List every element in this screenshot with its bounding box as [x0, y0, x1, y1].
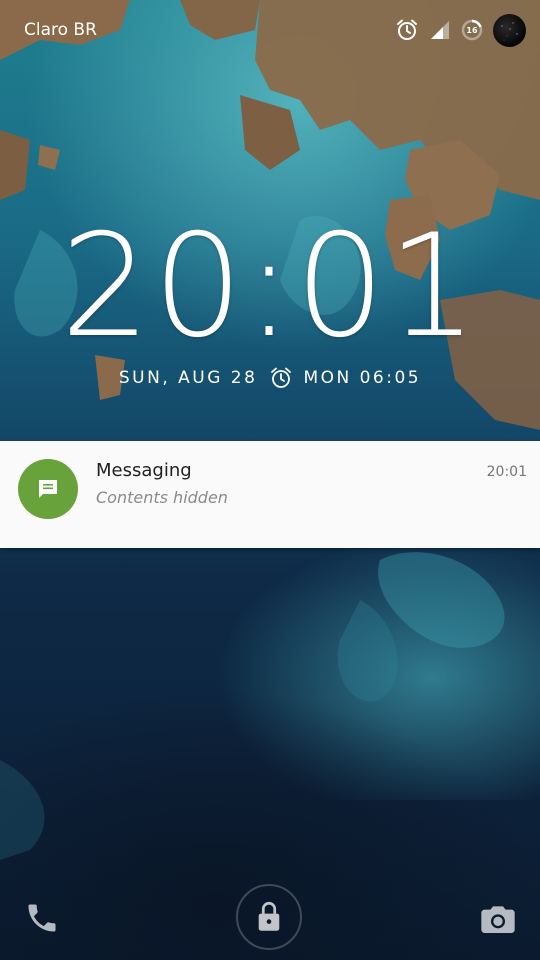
notification-title: Messaging — [96, 460, 192, 481]
signal-icon — [431, 21, 449, 39]
carrier-name: Claro BR — [24, 20, 97, 40]
status-bar: Claro BR 16 — [0, 0, 540, 60]
phone-icon[interactable] — [24, 900, 60, 936]
notification-card[interactable]: Messaging Contents hidden 20:01 — [0, 441, 540, 548]
notification-time: 20:01 — [486, 464, 527, 480]
alarm-icon — [397, 19, 417, 40]
alarm-icon — [271, 367, 292, 388]
next-alarm-text: MON 06:05 — [303, 368, 422, 388]
lock-icon — [258, 901, 280, 931]
battery-level: 16 — [466, 25, 478, 35]
avatar[interactable] — [493, 13, 526, 47]
unlock-button[interactable] — [236, 884, 302, 950]
clock-time: 20:01 — [60, 204, 480, 369]
notification-app-icon — [18, 459, 78, 519]
date-alarm-row: SUN, AUG 28 MON 06:05 — [0, 366, 540, 390]
message-icon — [39, 480, 57, 498]
date-text: SUN, AUG 28 — [118, 368, 258, 388]
status-icons: 16 — [395, 13, 526, 47]
bottom-actions — [0, 880, 540, 960]
lock-screen: Claro BR 16 20:01 SUN, AUG 28 MON 06:05 … — [0, 0, 540, 960]
camera-icon[interactable] — [478, 898, 518, 938]
notification-content: Contents hidden — [96, 488, 228, 507]
battery-icon: 16 — [461, 19, 483, 41]
